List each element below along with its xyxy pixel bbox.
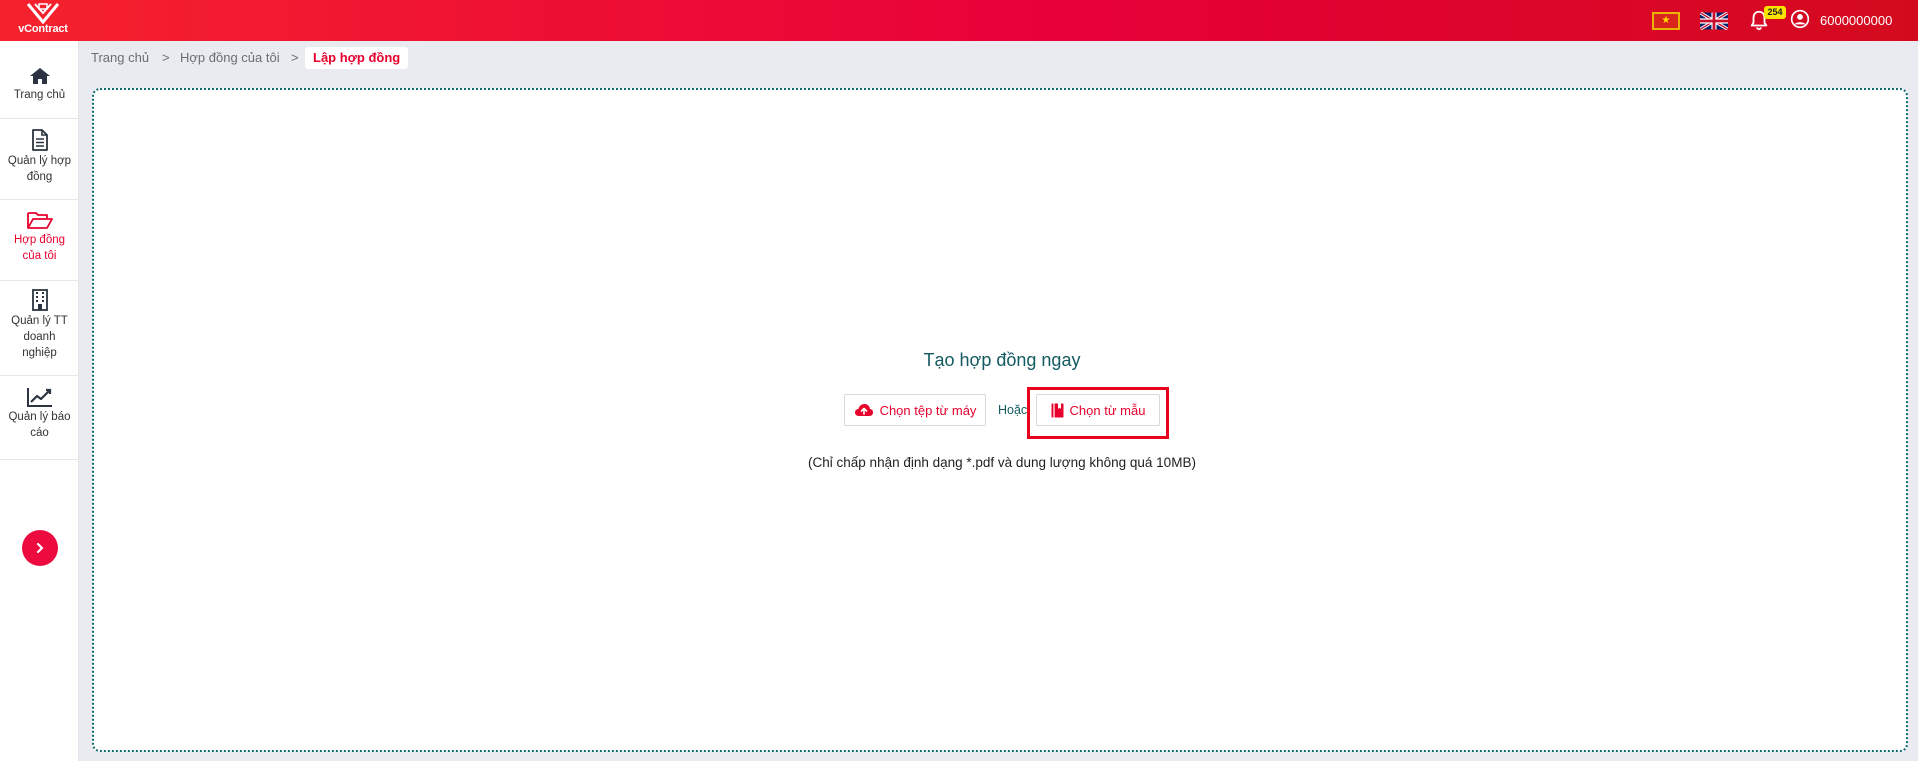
or-separator: Hoặc	[998, 403, 1028, 417]
chart-line-icon	[26, 388, 52, 407]
vietnam-flag-icon[interactable]: ★	[1652, 12, 1680, 30]
uk-flag-icon[interactable]	[1700, 12, 1728, 30]
sidebar-item-label: Quản lý TT doanh nghiệp	[11, 315, 68, 359]
home-icon	[29, 68, 50, 84]
upload-dropzone[interactable]: Tạo hợp đồng ngay Chọn tệp từ máy Hoặc C…	[92, 88, 1908, 752]
top-header: vContract ★ 254 6000000000	[0, 0, 1918, 41]
sidebar-item-label: Quản lý hợp đồng	[7, 155, 72, 183]
choose-template-label: Chọn từ mẫu	[1069, 402, 1146, 418]
logo-text: vContract	[18, 23, 68, 35]
breadcrumb-separator: >	[162, 50, 170, 65]
chevron-right-icon	[36, 542, 44, 554]
sidebar-item-label: Hợp đồng của tôi	[13, 234, 66, 262]
sidebar-item-report-management[interactable]: Quản lý báo cáo	[0, 376, 79, 460]
page-title: Tạo hợp đồng ngay	[923, 350, 1081, 370]
vcontract-logo[interactable]: vContract	[8, 2, 78, 38]
breadcrumb-my-contracts[interactable]: Hợp đồng của tôi	[180, 50, 280, 65]
choose-template-button[interactable]: Chọn từ mẫu	[1036, 394, 1160, 426]
breadcrumb-home[interactable]: Trang chủ	[91, 50, 149, 65]
upload-file-button[interactable]: Chọn tệp từ máy	[844, 394, 986, 426]
building-icon	[31, 289, 48, 311]
sidebar-item-my-contracts[interactable]: Hợp đồng của tôi	[0, 200, 79, 281]
cloud-upload-icon	[854, 404, 873, 416]
breadcrumb-separator: >	[291, 50, 299, 65]
file-format-note: (Chỉ chấp nhận định dạng *.pdf và dung l…	[808, 455, 1196, 470]
sidebar-expand-button[interactable]	[22, 530, 58, 566]
upload-file-label: Chọn tệp từ máy	[879, 402, 977, 418]
user-name[interactable]: 6000000000	[1820, 13, 1892, 28]
user-circle-icon[interactable]	[1790, 9, 1810, 29]
folder-open-icon	[26, 212, 53, 229]
sidebar-item-label: Trang chủ	[13, 89, 66, 101]
logo-mark-icon	[26, 3, 60, 24]
book-icon	[1051, 403, 1064, 417]
notification-badge: 254	[1764, 6, 1786, 19]
sidebar: Trang chủ Quản lý hợp đồng Hợp đồng của …	[0, 41, 79, 761]
document-icon	[31, 129, 48, 151]
breadcrumb-current: Lập hợp đồng	[305, 47, 409, 69]
sidebar-item-home[interactable]: Trang chủ	[0, 41, 79, 119]
sidebar-item-label: Quản lý báo cáo	[8, 411, 71, 439]
sidebar-item-contract-management[interactable]: Quản lý hợp đồng	[0, 119, 79, 200]
sidebar-item-business-info[interactable]: Quản lý TT doanh nghiệp	[0, 281, 79, 376]
